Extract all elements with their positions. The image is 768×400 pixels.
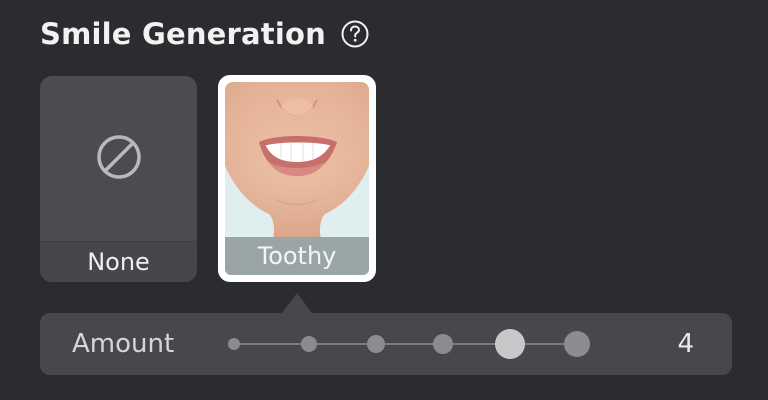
amount-label: Amount: [72, 329, 175, 359]
amount-control: Amount 4: [40, 313, 732, 375]
option-none[interactable]: None: [40, 76, 197, 282]
smiling-mouth-photo: [225, 82, 369, 240]
slider-thumb[interactable]: [495, 329, 525, 359]
prohibited-icon: [94, 132, 144, 182]
amount-slider[interactable]: [226, 313, 596, 375]
slider-step[interactable]: [433, 334, 453, 354]
amount-value: 4: [677, 329, 694, 359]
slider-step[interactable]: [301, 336, 317, 352]
option-none-label: None: [40, 241, 197, 282]
option-toothy-label: Toothy: [225, 237, 369, 275]
option-toothy[interactable]: Toothy: [218, 75, 376, 282]
question-circle-icon[interactable]: [340, 19, 370, 49]
slider-step[interactable]: [228, 338, 240, 350]
slider-track: [234, 343, 588, 345]
selection-pointer: [282, 293, 312, 313]
slider-step[interactable]: [367, 335, 385, 353]
section-header: Smile Generation: [40, 14, 370, 54]
smile-generation-panel: Smile Generation None Toothy Amount 4: [0, 0, 768, 400]
slider-step[interactable]: [564, 331, 590, 357]
section-title: Smile Generation: [40, 17, 326, 51]
